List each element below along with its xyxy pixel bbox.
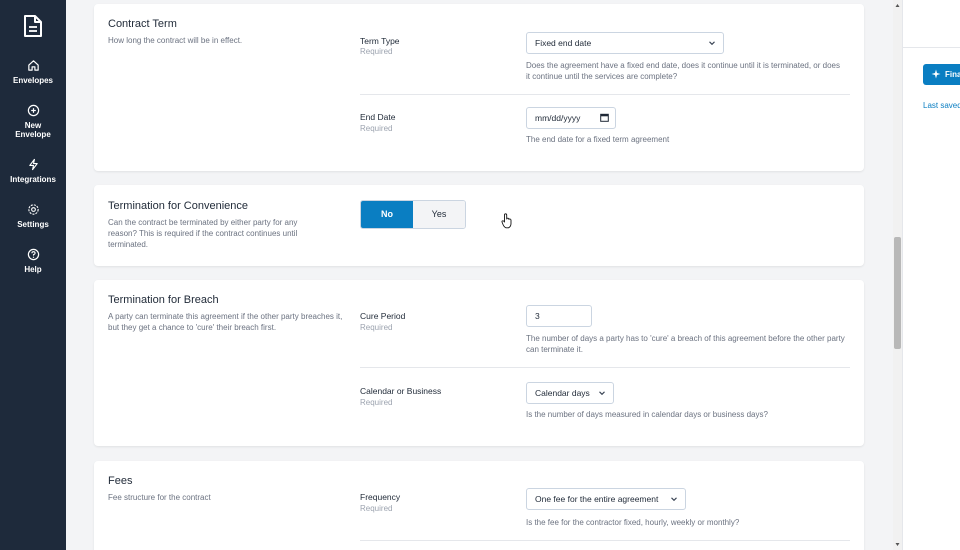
main-content: Contract Term How long the contract will… xyxy=(66,0,893,550)
home-icon xyxy=(27,60,39,71)
required-label: Required xyxy=(360,398,393,407)
section-description: Fee structure for the contract xyxy=(108,493,211,502)
calendar-icon[interactable] xyxy=(600,113,609,122)
sidebar-item-label: Settings xyxy=(17,220,49,229)
contract-term-section: Contract Term How long the contract will… xyxy=(94,4,864,171)
select-value: One fee for the entire agreement xyxy=(535,494,659,504)
sidebar-item-label: Help xyxy=(24,265,42,274)
required-label: Required xyxy=(360,124,393,133)
scroll-down-arrow-icon[interactable] xyxy=(895,542,900,547)
chevron-down-icon xyxy=(709,41,715,46)
date-placeholder: mm/dd/yyyy xyxy=(535,113,581,123)
sidebar-item-help[interactable]: Help xyxy=(0,248,66,274)
section-title: Termination for Convenience xyxy=(108,200,249,212)
scroll-up-arrow-icon[interactable] xyxy=(895,3,900,8)
select-value: Fixed end date xyxy=(535,38,592,48)
required-label: Required xyxy=(360,323,393,332)
section-description: Can the contract be terminated by either… xyxy=(108,218,298,249)
last-saved-text: Last saved xyxy=(923,101,960,110)
fees-section: Fees Fee structure for the contract Freq… xyxy=(94,461,864,550)
chevron-down-icon xyxy=(599,391,605,396)
sparkle-icon xyxy=(931,69,941,79)
term-type-label: Term Type xyxy=(360,36,400,46)
select-value: Calendar days xyxy=(535,388,590,398)
end-date-label: End Date xyxy=(360,112,396,122)
term-type-select[interactable]: Fixed end date xyxy=(526,32,724,54)
right-panel-header xyxy=(903,0,960,48)
sidebar-item-envelopes[interactable]: Envelopes xyxy=(0,59,66,85)
sidebar-item-label: Integrations xyxy=(10,175,56,184)
document-logo-icon[interactable] xyxy=(22,14,44,38)
chevron-down-icon xyxy=(671,497,677,502)
termination-convenience-toggle[interactable]: No Yes xyxy=(360,200,466,229)
term-type-help: Does the agreement have a fixed end date… xyxy=(526,61,840,81)
section-title: Termination for Breach xyxy=(108,294,219,306)
end-date-input[interactable]: mm/dd/yyyy xyxy=(526,107,616,129)
main-scrollbar[interactable] xyxy=(893,0,902,550)
section-title: Fees xyxy=(108,475,133,487)
sidebar-item-settings[interactable]: Settings xyxy=(0,203,66,229)
finalize-button[interactable]: Finalize xyxy=(923,64,960,85)
cure-period-input[interactable]: 3 xyxy=(526,305,592,327)
sidebar-item-label: New Envelope xyxy=(15,121,51,139)
frequency-label: Frequency xyxy=(360,492,401,502)
termination-breach-section: Termination for Breach A party can termi… xyxy=(94,280,864,446)
divider xyxy=(360,367,850,368)
right-panel: Finalize Last saved xyxy=(902,0,960,550)
hand-cursor-icon xyxy=(501,213,512,229)
divider xyxy=(360,540,850,541)
gear-icon xyxy=(27,204,39,215)
termination-convenience-section: Termination for Convenience Can the cont… xyxy=(94,185,864,266)
sidebar-item-integrations[interactable]: Integrations xyxy=(0,158,66,184)
calendar-business-help: Is the number of days measured in calend… xyxy=(526,410,768,419)
frequency-help: Is the fee for the contractor fixed, hou… xyxy=(526,518,740,527)
section-description: How long the contract will be in effect. xyxy=(108,36,243,45)
section-title: Contract Term xyxy=(108,18,177,30)
frequency-select[interactable]: One fee for the entire agreement xyxy=(526,488,686,510)
end-date-help: The end date for a fixed term agreement xyxy=(526,135,670,144)
question-circle-icon xyxy=(27,248,39,261)
toggle-no-option[interactable]: No xyxy=(361,201,413,228)
lightning-icon xyxy=(28,158,38,171)
calendar-business-select[interactable]: Calendar days xyxy=(526,382,614,404)
calendar-business-label: Calendar or Business xyxy=(360,386,442,396)
sidebar: Envelopes New Envelope Integrations Sett… xyxy=(0,0,66,550)
toggle-yes-option[interactable]: Yes xyxy=(413,201,465,228)
section-description: A party can terminate this agreement if … xyxy=(108,312,343,332)
required-label: Required xyxy=(360,47,393,56)
sidebar-item-new-envelope[interactable]: New Envelope xyxy=(0,104,66,139)
sidebar-item-label: Envelopes xyxy=(12,76,53,85)
cure-period-label: Cure Period xyxy=(360,311,406,321)
required-label: Required xyxy=(360,504,393,513)
divider xyxy=(360,94,850,95)
cure-period-help: The number of days a party has to 'cure'… xyxy=(526,334,845,354)
scrollbar-thumb[interactable] xyxy=(894,237,901,349)
plus-circle-icon xyxy=(27,104,39,117)
finalize-label: Finalize xyxy=(945,70,960,79)
